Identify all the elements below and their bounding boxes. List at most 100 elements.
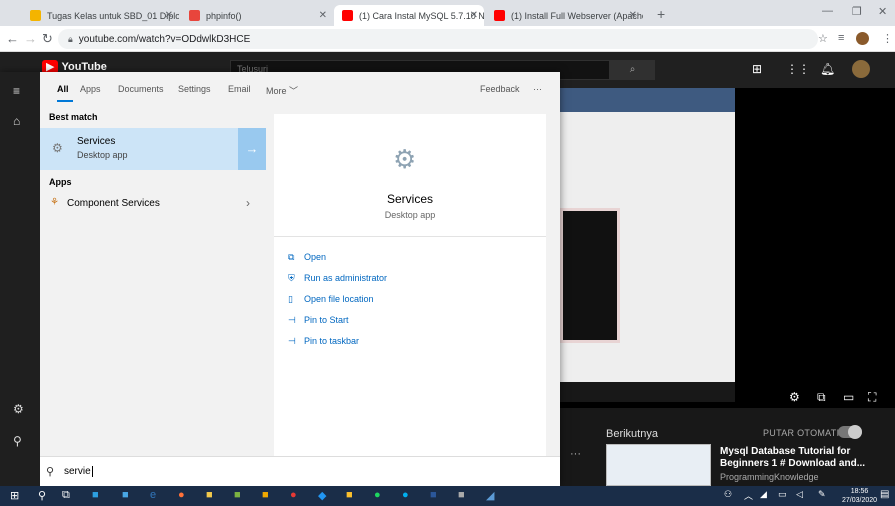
new-tab-button[interactable]: + xyxy=(657,6,665,22)
search-input[interactable]: servie xyxy=(64,466,93,477)
vscode-icon[interactable]: ◆ xyxy=(318,489,326,502)
browser-tab-bar: Tugas Kelas untuk SBD_01 Diplo ✕ phpinfo… xyxy=(0,0,895,26)
browser-tab-2[interactable]: phpinfo() ✕ xyxy=(181,5,333,26)
url-field[interactable]: 🔒︎ youtube.com/watch?v=ODdwlkD3HCE xyxy=(58,29,818,49)
forward-icon[interactable]: → xyxy=(24,31,37,46)
mysql-icon[interactable]: ◢ xyxy=(486,489,494,502)
next-video-thumbnail[interactable] xyxy=(606,444,711,486)
tab-close-icon[interactable]: ✕ xyxy=(470,10,478,21)
app-result-title: Component Services xyxy=(67,198,160,209)
open-icon: ⧉ xyxy=(288,252,295,262)
miniplayer-icon[interactable]: ⧉ xyxy=(817,390,826,405)
tab-favicon xyxy=(494,10,505,21)
active-tab-indicator xyxy=(57,100,73,102)
browser-tab-3[interactable]: (1) Cara Instal MySQL 5.7.10 Not ✕ xyxy=(334,5,484,26)
spotify-icon[interactable]: ● xyxy=(374,489,381,501)
back-icon[interactable]: ← xyxy=(6,31,19,46)
start-search-box[interactable]: ⚲ servie xyxy=(40,456,560,486)
tab-title: (1) Cara Instal MySQL 5.7.10 Not xyxy=(359,10,484,21)
menu-dots-icon[interactable]: ⋮ xyxy=(882,32,893,45)
photos-icon[interactable]: ■ xyxy=(122,489,129,501)
best-match-item[interactable]: ⚙ Services Desktop app → xyxy=(40,128,266,170)
theater-mode-icon[interactable]: ▭ xyxy=(843,390,854,404)
tab-all[interactable]: All xyxy=(57,84,69,94)
tab-favicon xyxy=(30,10,41,21)
battery-icon[interactable]: ▭ xyxy=(778,489,787,500)
sticky-notes-icon[interactable]: ■ xyxy=(346,489,353,501)
notification-bell-icon[interactable]: 🔔︎ xyxy=(820,62,835,76)
reload-icon[interactable]: ↻ xyxy=(42,31,53,47)
search-results-list: Best match ⚙ Services Desktop app → Apps… xyxy=(40,106,266,446)
tab-more[interactable]: More ﹀ xyxy=(266,84,298,97)
next-video-title[interactable]: Mysql Database Tutorial for Beginners 1 … xyxy=(720,446,890,470)
tab-favicon xyxy=(189,10,200,21)
apps-header: Apps xyxy=(49,177,72,187)
subtitles-icon[interactable]: ⚙ xyxy=(789,390,800,404)
browser-tab-1[interactable]: Tugas Kelas untuk SBD_01 Diplo ✕ xyxy=(22,5,179,26)
skype-icon[interactable]: ● xyxy=(402,489,409,501)
people-icon[interactable]: ⚇ xyxy=(724,489,732,500)
user-avatar[interactable] xyxy=(852,60,870,78)
folder-icon: ▯ xyxy=(288,294,293,304)
edge-icon[interactable]: e xyxy=(150,489,156,501)
create-video-icon[interactable]: ⊞ xyxy=(752,62,762,76)
more-options-icon[interactable]: ··· xyxy=(570,448,581,460)
task-view-icon[interactable]: ⧉ xyxy=(62,489,70,502)
tab-title: (1) Install Full Webserver (Apache xyxy=(511,10,643,21)
video-controls: ⚙ ⧉ ▭ ⛶ xyxy=(555,382,895,408)
pen-icon[interactable]: ✎ xyxy=(818,489,826,500)
sublime-icon[interactable]: ■ xyxy=(262,489,269,501)
close-window-icon[interactable]: ✕ xyxy=(878,5,887,18)
chevron-right-icon[interactable]: › xyxy=(246,196,250,210)
action-run-as-admin[interactable]: ⛨ Run as administrator xyxy=(288,273,387,284)
action-pin-to-taskbar[interactable]: ⊣ Pin to taskbar xyxy=(288,336,359,347)
windows-start-icon[interactable]: ⊞ xyxy=(10,489,19,502)
tray-chevron-icon[interactable]: ︿ xyxy=(744,489,753,502)
search-icon[interactable]: ⚲ xyxy=(38,489,46,502)
youtube-search-button[interactable]: ⌕ xyxy=(610,60,655,80)
word-icon[interactable]: ■ xyxy=(430,489,437,501)
more-options-icon[interactable]: ··· xyxy=(533,84,542,94)
tab-close-icon[interactable]: ✕ xyxy=(165,10,173,21)
restore-icon[interactable]: ❐ xyxy=(852,5,862,18)
terminal-icon[interactable]: ■ xyxy=(458,489,465,501)
settings-gear-icon[interactable]: ⚙ xyxy=(13,402,24,416)
browser-tab-4[interactable]: (1) Install Full Webserver (Apache ✕ xyxy=(486,5,643,26)
bookmark-star-icon[interactable]: ☆ xyxy=(818,32,828,45)
autoplay-toggle[interactable] xyxy=(838,425,862,439)
tab-documents[interactable]: Documents xyxy=(118,84,164,94)
tab-email[interactable]: Email xyxy=(228,84,251,94)
apps-grid-icon[interactable]: ⋮⋮ xyxy=(786,62,810,76)
volume-icon[interactable]: ◁ xyxy=(796,489,803,500)
tab-close-icon[interactable]: ✕ xyxy=(319,10,327,21)
reading-list-icon[interactable]: ≡ xyxy=(838,32,844,44)
next-video-channel[interactable]: ProgrammingKnowledge xyxy=(720,472,819,482)
fullscreen-icon[interactable]: ⛶ xyxy=(868,390,876,405)
tab-settings[interactable]: Settings xyxy=(178,84,211,94)
action-pin-to-start[interactable]: ⊣ Pin to Start xyxy=(288,315,349,326)
tab-apps[interactable]: Apps xyxy=(80,84,101,94)
store-icon[interactable]: ■ xyxy=(92,489,99,501)
action-open[interactable]: ⧉ Open xyxy=(288,252,326,263)
notepad-icon[interactable]: ■ xyxy=(234,489,241,501)
action-open-file-location[interactable]: ▯ Open file location xyxy=(288,294,374,305)
start-left-rail: ≡ ⌂ ⚙ ⚲ xyxy=(0,72,40,486)
feedback-link[interactable]: Feedback xyxy=(480,84,520,94)
file-explorer-icon[interactable]: ■ xyxy=(206,489,213,501)
action-center-icon[interactable]: ▤ xyxy=(880,489,889,500)
user-icon[interactable]: ⚲ xyxy=(13,434,22,448)
start-menu: ≡ ⌂ ⚙ ⚲ All Apps Documents Settings Emai… xyxy=(0,72,560,486)
open-arrow-button[interactable]: → xyxy=(238,128,266,170)
chrome-icon[interactable]: ● xyxy=(290,489,297,501)
profile-avatar[interactable] xyxy=(856,32,869,45)
video-player[interactable] xyxy=(555,88,895,408)
firefox-icon[interactable]: ● xyxy=(178,489,185,501)
app-result-item[interactable]: ⚘ Component Services › xyxy=(40,193,266,215)
home-icon[interactable]: ⌂ xyxy=(13,114,20,128)
search-filter-tabs: All Apps Documents Settings Email More ﹀… xyxy=(40,72,560,106)
minimize-icon[interactable]: — xyxy=(822,5,833,17)
hamburger-icon[interactable]: ≡ xyxy=(13,84,20,98)
clock[interactable]: 18:56 27/03/2020 xyxy=(842,487,877,505)
network-icon[interactable]: ◢ xyxy=(760,489,767,500)
tab-close-icon[interactable]: ✕ xyxy=(629,10,637,21)
